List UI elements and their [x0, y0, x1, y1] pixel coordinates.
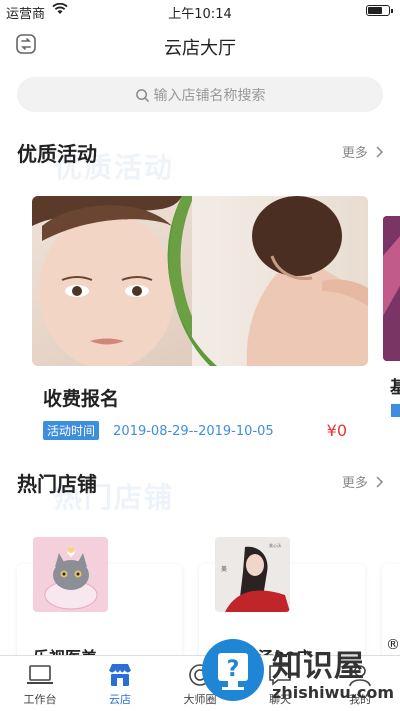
clock-time: 上午10:14 [168, 7, 232, 22]
shops-title: 热门店铺 [17, 472, 97, 496]
search-icon [135, 89, 149, 102]
activities-more-link[interactable]: 更多 [342, 142, 384, 161]
next-activity-card-image[interactable] [383, 216, 400, 361]
activity-image [32, 196, 368, 366]
shop-thumb-1 [33, 537, 108, 612]
search-placeholder: 输入店铺名称搜索 [153, 88, 266, 104]
shops-header: 热门店铺 热门店铺 更多 [0, 468, 400, 514]
status-bar: 运营商 上午10:14 [0, 0, 400, 24]
watermark-registered-mark: ® [386, 637, 400, 653]
activity-price: ¥0 [326, 421, 347, 440]
tab-workbench[interactable]: 工作台 [0, 656, 80, 711]
svg-text:美心汤: 美心汤 [269, 542, 281, 548]
nav-bar: 云店大厅 [0, 28, 400, 64]
chevron-right-icon [376, 476, 384, 488]
battery-icon [366, 5, 393, 16]
search-input[interactable]: 输入店铺名称搜索 [17, 77, 383, 112]
activity-card[interactable]: 收费报名 活动时间 2019-08-29--2019-10-05 ¥0 [32, 196, 368, 441]
activities-more-label: 更多 [341, 146, 368, 161]
shop-thumb-2: 美 美心汤 [215, 537, 290, 612]
activity-dates: 2019-08-29--2019-10-05 [113, 424, 274, 439]
activities-header: 优质活动 优质活动 更多 [0, 138, 400, 184]
shops-more-link[interactable]: 更多 [342, 472, 384, 491]
watermark-text: 知识屋 [272, 649, 365, 684]
tab-workbench-label: 工作台 [23, 693, 57, 706]
activity-time-badge: 活动时间 [43, 421, 100, 440]
page-title: 云店大厅 [164, 38, 236, 59]
activities-title: 优质活动 [17, 142, 97, 166]
next-activity-badge [391, 404, 400, 417]
activity-title: 收费报名 [43, 388, 120, 410]
activity-meta: 活动时间 2019-08-29--2019-10-05 ¥0 [43, 421, 368, 441]
store-icon [108, 664, 132, 686]
svg-text:美: 美 [221, 565, 227, 573]
watermark-logo-icon: ? [202, 639, 264, 701]
tab-cloud-store-label: 云店 [109, 693, 131, 706]
laptop-icon [27, 665, 53, 684]
tab-cloud-store[interactable]: 云店 [80, 656, 160, 711]
chevron-right-icon [376, 146, 384, 158]
watermark-url: zhishiwu.com [272, 683, 394, 702]
svg-text:?: ? [227, 657, 240, 682]
shops-more-label: 更多 [341, 476, 368, 491]
watermark: ? 知识屋 ® zhishiwu.com [200, 631, 400, 711]
next-activity-title: 基 [390, 378, 400, 398]
